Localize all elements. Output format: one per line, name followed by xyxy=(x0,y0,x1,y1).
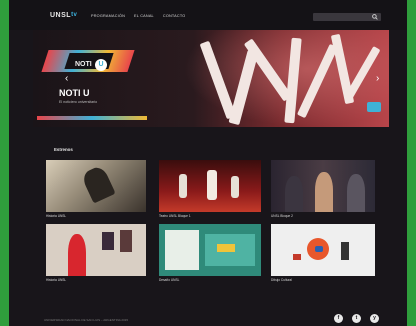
hero-color-stripe xyxy=(37,116,147,120)
video-card[interactable]: Historia UNSL xyxy=(46,160,146,220)
facebook-icon[interactable]: f xyxy=(334,314,343,323)
site-logo[interactable]: UNSLtv xyxy=(50,12,77,19)
thumbnail-object xyxy=(293,254,301,260)
section-title: Estrenos xyxy=(54,147,73,152)
video-card[interactable]: Teatro UNSL Bloque 1 xyxy=(159,160,261,220)
video-caption[interactable]: Teatro UNSL Bloque 1 xyxy=(159,214,191,218)
video-thumbnail[interactable] xyxy=(159,160,261,212)
twitter-icon[interactable]: t xyxy=(352,314,361,323)
hero-next-arrow[interactable]: › xyxy=(376,74,379,84)
video-card[interactable]: Desafío UNSL xyxy=(159,224,261,284)
video-thumbnail[interactable] xyxy=(46,160,146,212)
thumbnail-figure xyxy=(179,174,187,198)
video-thumbnail[interactable] xyxy=(46,224,146,276)
footer-text: UNIVERSIDAD NACIONAL DE SAN LUIS – ARGEN… xyxy=(44,318,129,322)
top-navigation-bar: UNSLtv PROGRAMACIÓN EL CANAL CONTACTO xyxy=(9,0,407,30)
search-icon[interactable] xyxy=(372,14,378,22)
thumbnail-figure xyxy=(347,174,365,212)
youtube-icon[interactable]: y xyxy=(370,314,379,323)
hero-prev-arrow[interactable]: ‹ xyxy=(65,74,68,84)
video-caption[interactable]: Historia UNSL xyxy=(46,214,66,218)
hero-logo-text: NOTI xyxy=(75,61,92,68)
main-nav: PROGRAMACIÓN EL CANAL CONTACTO xyxy=(91,14,185,18)
video-caption[interactable]: UNSL Bloque 2 xyxy=(271,214,293,218)
video-caption[interactable]: Historia UNSL xyxy=(46,278,66,282)
thumbnail-object xyxy=(341,242,349,260)
search-input[interactable] xyxy=(313,13,381,21)
site-logo-mark: tv xyxy=(71,12,78,18)
hero-title: NOTI U xyxy=(59,88,90,98)
thumbnail-figure xyxy=(68,234,86,276)
thumbnail-frame xyxy=(120,230,132,252)
thumbnail-figure xyxy=(80,164,116,204)
thumbnail-figure xyxy=(231,176,239,198)
channel-corner-logo xyxy=(367,102,381,112)
thumbnail-figure xyxy=(207,170,217,200)
nav-item-programacion[interactable]: PROGRAMACIÓN xyxy=(91,14,125,18)
video-card[interactable]: Historia UNSL xyxy=(46,224,146,284)
video-card[interactable]: Dibujo Cultural xyxy=(271,224,375,284)
site-window: UNSLtv PROGRAMACIÓN EL CANAL CONTACTO NO… xyxy=(9,0,407,326)
thumbnail-panel xyxy=(165,230,199,270)
thumbnail-figure xyxy=(285,176,303,212)
site-logo-text: UNSL xyxy=(50,12,72,19)
video-thumbnail[interactable] xyxy=(271,224,375,276)
thumbnail-frame xyxy=(102,232,114,250)
thumbnail-badge xyxy=(217,244,235,252)
thumbnail-character-accent xyxy=(315,246,323,252)
video-thumbnail[interactable] xyxy=(159,224,261,276)
thumbnail-figure xyxy=(315,172,333,212)
hero-banner[interactable]: NOTI U ‹ › NOTI U El noticiero universit… xyxy=(33,30,389,127)
hero-logo-badge: U xyxy=(95,59,107,71)
video-caption[interactable]: Desafío UNSL xyxy=(159,278,179,282)
video-thumbnail[interactable] xyxy=(271,160,375,212)
video-card[interactable]: UNSL Bloque 2 xyxy=(271,160,375,220)
nav-item-el-canal[interactable]: EL CANAL xyxy=(134,14,154,18)
hero-subtitle: El noticiero universitario xyxy=(59,100,98,104)
video-caption[interactable]: Dibujo Cultural xyxy=(271,278,292,282)
nav-item-contacto[interactable]: CONTACTO xyxy=(163,14,186,18)
